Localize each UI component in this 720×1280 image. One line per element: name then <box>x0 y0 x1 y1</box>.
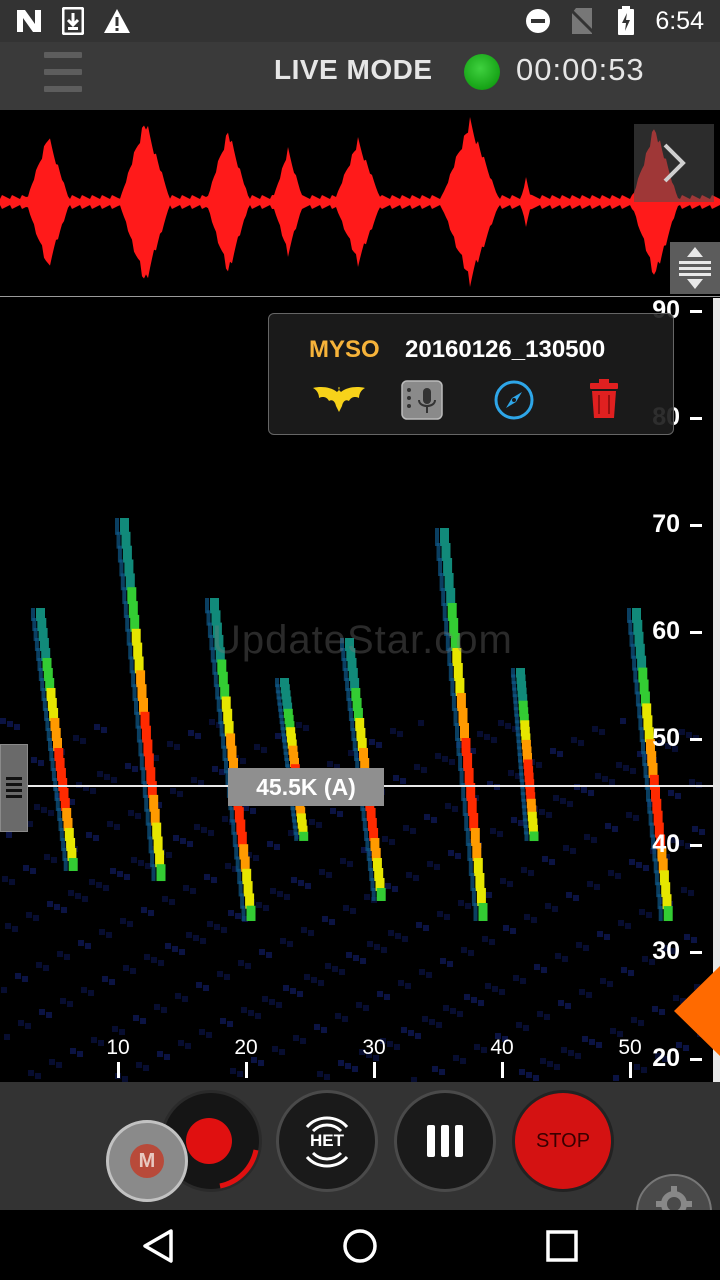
time-tick <box>501 1062 504 1078</box>
frequency-cursor-label[interactable]: 45.5K (A) <box>228 768 384 806</box>
compass-icon[interactable] <box>491 380 537 425</box>
het-label: HET <box>310 1131 344 1150</box>
marker-button[interactable]: M <box>106 1120 188 1202</box>
time-label: 50 <box>618 1036 642 1059</box>
freq-tick <box>690 951 702 954</box>
freq-tick <box>690 738 702 741</box>
control-bar: M HET STOP <box>0 1082 720 1250</box>
recording-info-card: MYSO 20160126_130500 <box>268 313 674 435</box>
battery-charging-icon <box>611 6 641 36</box>
freq-tick <box>690 844 702 847</box>
recording-filename: 20160126_130500 <box>405 336 606 363</box>
freq-tick <box>690 417 702 420</box>
stop-label: STOP <box>535 1129 591 1152</box>
recording-timer: 00:00:53 <box>516 52 645 87</box>
waveform-trace <box>0 117 720 287</box>
no-sim-icon <box>567 6 597 36</box>
pause-bars-icon <box>427 1125 463 1157</box>
time-tick <box>245 1062 248 1078</box>
recorder-mic-icon[interactable] <box>401 380 443 425</box>
n-logo-icon <box>14 6 44 36</box>
waveform-shape <box>0 117 720 287</box>
download-icon <box>58 6 88 36</box>
watermark-text: UpdateStar.com <box>212 618 513 662</box>
do-not-disturb-icon <box>523 6 553 36</box>
time-tick <box>373 1062 376 1078</box>
freq-label: 30 <box>652 937 680 965</box>
time-label: 20 <box>234 1036 258 1059</box>
menu-icon[interactable] <box>44 52 82 92</box>
freq-tick <box>690 524 702 527</box>
recents-icon[interactable] <box>532 1218 592 1274</box>
freq-tick <box>690 631 702 634</box>
mode-label: LIVE MODE <box>274 54 433 85</box>
status-bar: 6:54 <box>0 0 720 42</box>
time-label: 10 <box>106 1036 130 1059</box>
time-tick <box>117 1062 120 1078</box>
marker-label: M <box>130 1144 164 1178</box>
time-label: 40 <box>490 1036 514 1059</box>
time-tick <box>629 1062 632 1078</box>
app-bar: LIVE MODE 00:00:53 <box>0 42 720 110</box>
pause-button[interactable] <box>394 1090 496 1192</box>
navigation-bar <box>0 1210 720 1280</box>
clock-time: 6:54 <box>655 6 704 35</box>
waveform-view[interactable] <box>0 110 720 298</box>
freq-label: 50 <box>652 724 680 752</box>
trash-icon[interactable] <box>589 378 619 425</box>
species-code[interactable]: MYSO <box>309 336 380 364</box>
het-button[interactable]: HET <box>276 1090 378 1192</box>
freq-tick <box>690 1058 702 1061</box>
chevron-right-icon[interactable] <box>634 124 714 202</box>
live-status-indicator <box>464 54 500 90</box>
time-label: 30 <box>362 1036 386 1059</box>
drawer-handle-icon[interactable] <box>0 744 28 832</box>
freq-tick <box>690 310 702 313</box>
back-icon[interactable] <box>128 1218 188 1274</box>
freq-label: 70 <box>652 510 680 538</box>
home-icon[interactable] <box>330 1218 390 1274</box>
orange-marker-tab[interactable] <box>670 966 720 1056</box>
freq-label: 40 <box>652 830 680 858</box>
resize-handle-icon[interactable] <box>670 242 720 294</box>
bat-icon[interactable] <box>311 384 367 419</box>
freq-label: 60 <box>652 617 680 645</box>
divider <box>0 296 720 297</box>
stop-button[interactable]: STOP <box>512 1090 614 1192</box>
warning-icon <box>102 6 132 36</box>
